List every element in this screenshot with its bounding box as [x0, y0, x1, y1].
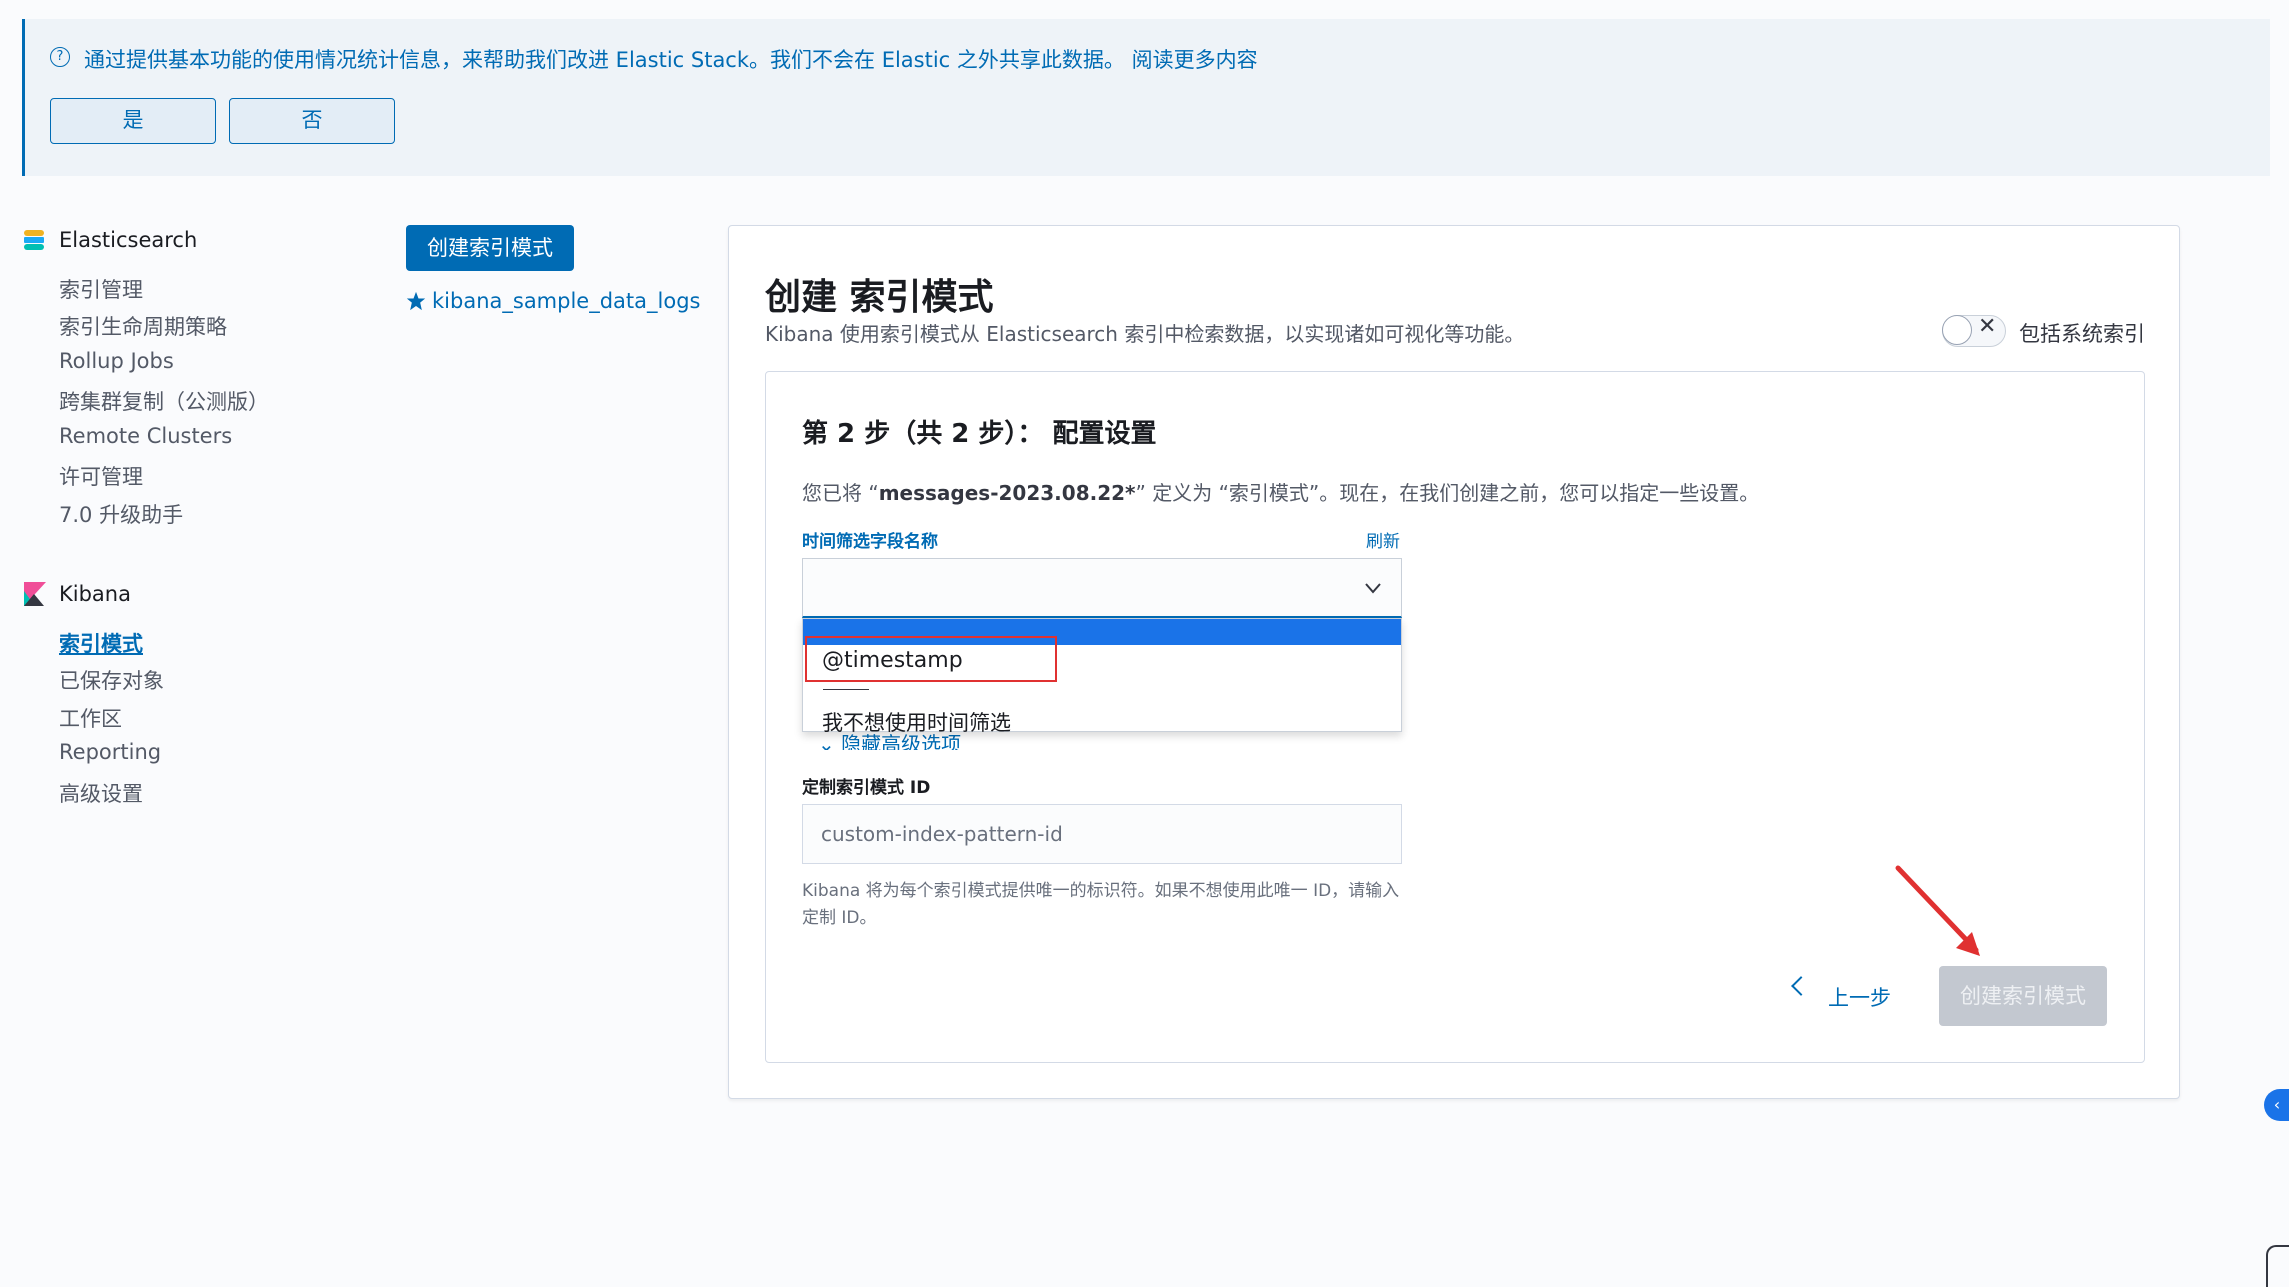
step-description: 您已将 “messages-2023.08.22*” 定义为 “索引模式”。现在… [802, 481, 1760, 505]
page-description: Kibana 使用索引模式从 Elasticsearch 索引中检索数据，以实现… [765, 322, 1525, 346]
chevron-left-icon[interactable]: ‹ [2264, 1089, 2289, 1121]
create-index-pattern-button[interactable]: 创建索引模式 [406, 225, 574, 271]
telemetry-yes-button[interactable]: 是 [50, 98, 216, 144]
sidebar-item-reporting[interactable]: Reporting [59, 740, 161, 764]
default-index-pattern-link[interactable]: kibana_sample_data_logs [432, 289, 700, 313]
option-no-time-filter[interactable]: 我不想使用时间筛选 [822, 707, 1011, 737]
sidebar-item-spaces[interactable]: 工作区 [59, 703, 122, 733]
refresh-fields-link[interactable]: 刷新 [1366, 527, 1400, 552]
telemetry-message: 通过提供基本功能的使用情况统计信息，来帮助我们改进 Elastic Stack。… [84, 48, 1258, 72]
sidebar-item-saved-objects[interactable]: 已保存对象 [59, 665, 164, 695]
sidebar-item-license[interactable]: 许可管理 [59, 461, 143, 491]
sidebar-item-remote-clusters[interactable]: Remote Clusters [59, 424, 232, 448]
telemetry-no-button[interactable]: 否 [229, 98, 395, 144]
elasticsearch-logo-icon [24, 230, 44, 250]
sidebar-item-upgrade-assistant[interactable]: 7.0 升级助手 [59, 499, 183, 529]
annotation-arrow-icon [1895, 865, 1980, 956]
kibana-logo-icon [24, 582, 46, 606]
time-field-select[interactable] [802, 558, 1402, 618]
custom-id-help-text: Kibana 将为每个索引模式提供唯一的标识符。如果不想使用此唯一 ID，请输入… [802, 881, 1400, 928]
sidebar-item-index-patterns[interactable]: 索引模式 [59, 628, 143, 658]
back-button[interactable]: 上一步 [1828, 982, 1891, 1012]
corner-bracket [2266, 1245, 2289, 1287]
switch-knob [1942, 315, 1972, 345]
star-icon [406, 291, 426, 311]
step-title: 第 2 步（共 2 步）： 配置设置 [802, 419, 1157, 449]
question-circle-icon: ? [50, 47, 70, 67]
sidebar-item-ilm-policies[interactable]: 索引生命周期策略 [59, 311, 227, 341]
custom-id-input[interactable] [802, 804, 1402, 864]
option-separator [823, 689, 869, 690]
include-system-indices-label: 包括系统索引 [2019, 322, 2145, 346]
create-index-pattern-submit-button[interactable]: 创建索引模式 [1939, 966, 2107, 1026]
page-title: 创建 索引模式 [765, 277, 994, 318]
index-pattern-name: messages-2023.08.22* [878, 481, 1136, 505]
annotation-highlight-box [805, 636, 1057, 682]
cross-icon: ✕ [1978, 314, 1997, 339]
time-field-label: 时间筛选字段名称 [802, 532, 938, 552]
sidebar-header-elasticsearch: Elasticsearch [59, 228, 198, 252]
custom-id-label: 定制索引模式 ID [802, 778, 931, 798]
sidebar-item-index-management[interactable]: 索引管理 [59, 274, 143, 304]
sidebar-item-advanced-settings[interactable]: 高级设置 [59, 778, 143, 808]
sidebar-item-rollup-jobs[interactable]: Rollup Jobs [59, 349, 174, 373]
chevron-down-icon [1365, 583, 1381, 594]
sidebar-header-kibana: Kibana [59, 582, 131, 606]
sidebar-item-ccr[interactable]: 跨集群复制（公测版） [59, 386, 269, 416]
